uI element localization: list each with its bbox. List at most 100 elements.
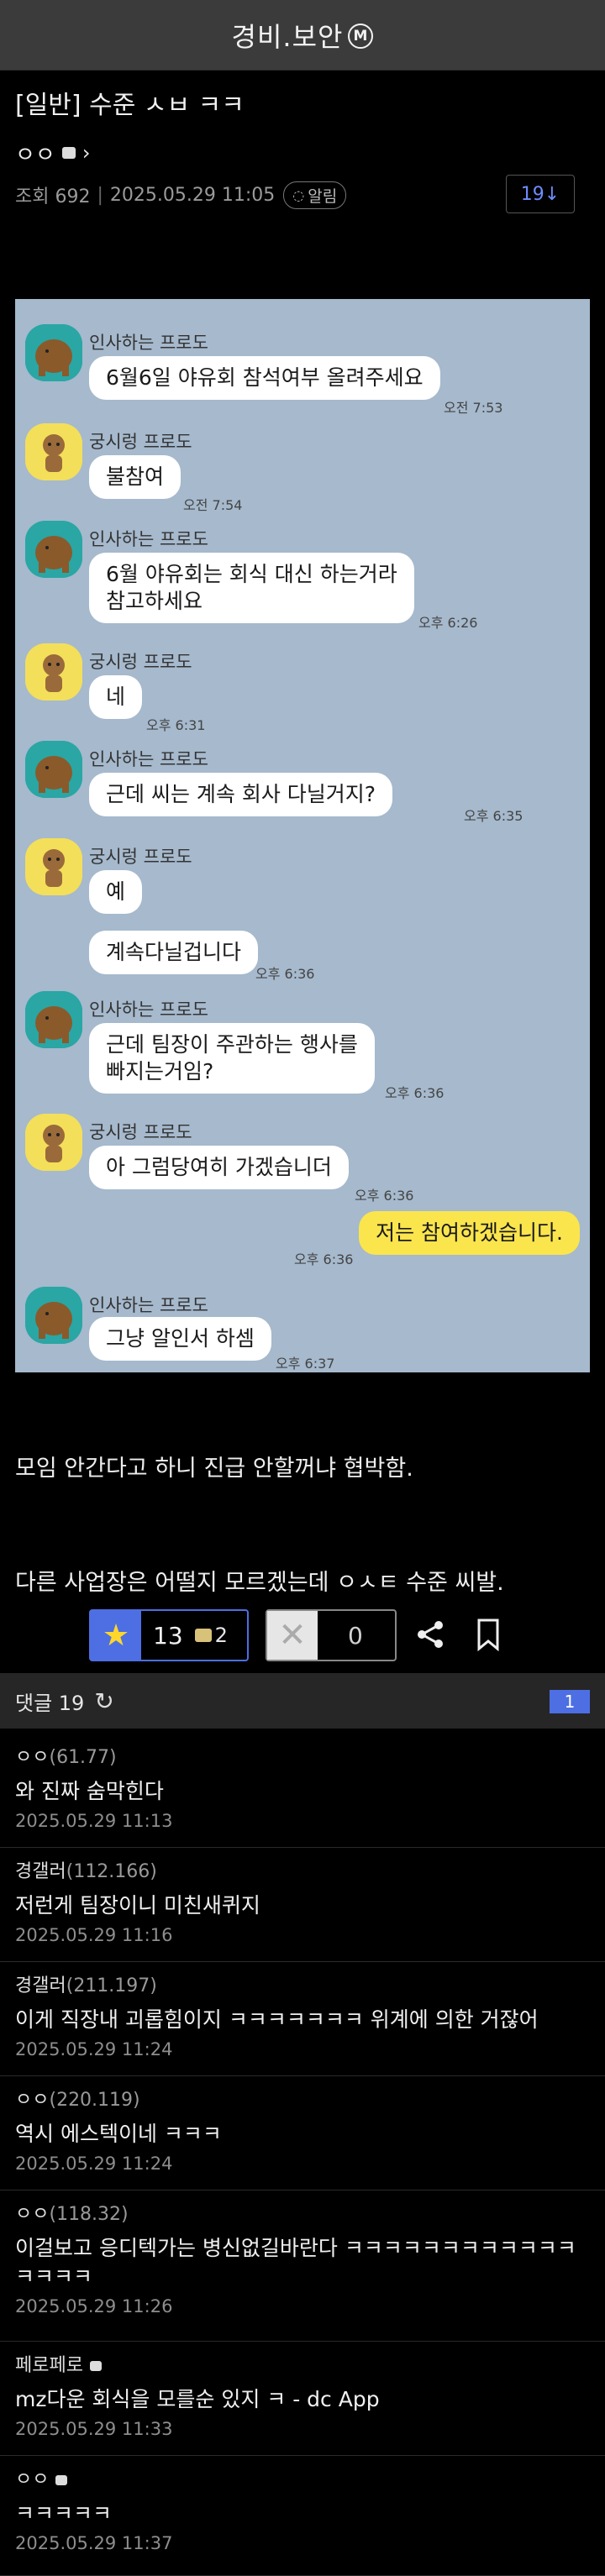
chat-message-bubble: 6월6일 야유회 참석여부 올려주세요 [89, 356, 440, 400]
comment-date: 2025.05.29 11:16 [15, 1925, 173, 1945]
comment-author: 페로페로 [15, 2350, 590, 2377]
comment-author-ip: (118.32) [49, 2204, 129, 2225]
chat-sender-name: 궁시렁 프로도 [89, 432, 192, 452]
chat-message-bubble: 불참여 [89, 455, 182, 499]
chat-message-time: 오전 7:54 [183, 497, 243, 513]
author-row[interactable]: ㅇㅇ › [15, 136, 590, 170]
fixed-user-recommend-icon [194, 1629, 212, 1642]
comment-item[interactable]: 페로페로 mz다운 회식을 모를순 있지 ㅋ - dc App 2025.05.29… [0, 2342, 605, 2456]
comment-author-ip: (61.77) [49, 1747, 117, 1768]
comment-item[interactable]: 경갤러(211.197) 이게 직장내 괴롭힘이지 ㅋㅋㅋㅋㅋㅋㅋ 위계에 의한 … [0, 1962, 605, 2076]
recommend-button[interactable]: ★ 13 2 [89, 1609, 249, 1661]
chat-message-time: 오후 6:26 [418, 615, 478, 631]
comment-date: 2025.05.29 11:26 [15, 2296, 173, 2316]
post-body-line: 다른 사업장은 어떨지 모르겠는데 ㅇㅅㅌ 수준 씨발. [15, 1570, 504, 1596]
chat-message-bubble: 예 [89, 870, 143, 914]
comment-date: 2025.05.29 11:13 [15, 1811, 173, 1831]
comment-author: 경갤러(211.197) [15, 1970, 590, 1997]
comment-text: mz다운 회식을 모를순 있지 ㅋ - dc App [15, 2387, 380, 2411]
chat-message-time: 오후 6:36 [255, 966, 315, 982]
post-datetime: 2025.05.29 11:05 [109, 184, 276, 206]
comment-item[interactable]: ㅇㅇ(118.32) 이걸보고 응디텍가는 병신없길바란다 ㅋㅋㅋㅋㅋㅋㅋㅋㅋㅋㅋ… [0, 2190, 605, 2342]
bookmark-icon[interactable] [476, 1618, 501, 1651]
chat-message-bubble: 계속다닐겁니다 [89, 931, 259, 974]
comment-author-name: ㅇㅇ [15, 2469, 50, 2490]
chat-sender-name: 궁시렁 프로도 [89, 847, 192, 867]
chat-message-time: 오후 6:36 [294, 1251, 354, 1267]
minor-gallery-badge: M [348, 23, 374, 49]
chat-message-bubble: 네 [89, 675, 143, 719]
chat-avatar [25, 838, 82, 895]
comment-page-badge[interactable]: 1 [550, 1690, 590, 1713]
chat-sender-name: 궁시렁 프로도 [89, 1122, 192, 1142]
bell-icon: ◌ [292, 186, 305, 203]
chat-sender-name: 인사하는 프로도 [89, 333, 208, 353]
chat-avatar [25, 643, 82, 700]
chat-avatar [25, 741, 82, 798]
meta-separator: | [97, 184, 103, 206]
comment-date: 2025.05.29 11:24 [15, 2154, 173, 2174]
comment-author-ip: (112.166) [66, 1861, 157, 1882]
chevron-right-icon: › [82, 141, 91, 165]
chat-avatar [25, 1114, 82, 1171]
comment-author: ㅇㅇ(220.119) [15, 2085, 590, 2112]
chat-message-time: 오후 6:35 [464, 808, 523, 824]
not-recommend-button[interactable]: ✕ 0 [266, 1609, 397, 1661]
comment-author: ㅇㅇ(61.77) [15, 1742, 590, 1769]
chat-message-time: 오후 6:36 [385, 1085, 445, 1101]
comment-date: 2025.05.29 11:33 [15, 2419, 173, 2439]
jump-to-comments-button[interactable]: 19↓ [506, 175, 575, 213]
comment-item[interactable]: 경갤러(112.166) 저런게 팀장이니 미친새퀴지 2025.05.29 11:… [0, 1848, 605, 1962]
alarm-button[interactable]: ◌ 알림 [283, 181, 347, 209]
chat-message-bubble: 근데 팀장이 주관하는 행사를 빠지는거임? [89, 1023, 375, 1094]
comment-author-ip: (220.119) [49, 2090, 140, 2111]
author-name: ㅇㅇ [15, 142, 55, 168]
comment-author: ㅇㅇ [15, 2464, 590, 2491]
post-body-line: 모임 안간다고 하니 진급 안할꺼냐 협박함. [15, 1456, 413, 1482]
chat-message-time: 오전 7:53 [444, 400, 503, 416]
x-icon: ✕ [267, 1611, 318, 1660]
chat-sender-name: 인사하는 프로도 [89, 749, 208, 769]
post-header: [일반] 수준 ㅅㅂ ㅋㅋ ㅇㅇ › 조회 692 | 2025.05.29 1… [0, 71, 605, 217]
chat-message-bubble: 그냥 알인서 하셈 [89, 1317, 271, 1361]
chat-message-bubble: 근데 씨는 계속 회사 다닐거지? [89, 773, 393, 816]
comment-author-ip: (211.197) [66, 1975, 157, 1996]
comment-date: 2025.05.29 11:24 [15, 2039, 173, 2059]
comment-author-name: ㅇㅇ [15, 1747, 50, 1768]
comment-author-name: 페로페로 [15, 2355, 83, 2376]
chat-message-bubble: 6월 야유회는 회식 대신 하는거라 참고하세요 [89, 553, 414, 623]
comment-author-name: ㅇㅇ [15, 2204, 50, 2225]
chat-message-bubble: 아 그럼당여히 가겠습니더 [89, 1146, 349, 1189]
alarm-label: 알림 [308, 186, 338, 206]
comment-text: 역시 에스텍이네 ㅋㅋㅋ [15, 2122, 222, 2146]
refresh-icon[interactable]: ↻ [94, 1687, 113, 1715]
chat-screenshot-image: 인사하는 프로도 6월6일 야유회 참석여부 올려주세요 오전 7:53 궁시렁 프로… [15, 299, 590, 1372]
chat-avatar [25, 324, 82, 381]
comment-author-name: 경갤러 [15, 1861, 66, 1882]
comment-item[interactable]: ㅇㅇ(220.119) 역시 에스텍이네 ㅋㅋㅋ 2025.05.29 11:24 [0, 2076, 605, 2190]
comment-author: ㅇㅇ(118.32) [15, 2199, 590, 2226]
comments-count-label: 댓글 19 [15, 1691, 85, 1715]
chat-avatar [25, 423, 82, 480]
comment-date: 2025.05.29 11:37 [15, 2533, 173, 2553]
star-icon: ★ [91, 1611, 141, 1660]
chat-message-time: 오후 6:36 [355, 1188, 414, 1204]
comments-header: 댓글 19 ↻ 1 [0, 1673, 605, 1729]
gallery-title[interactable]: 경비.보안 M [232, 16, 374, 55]
comment-text: 저런게 팀장이니 미친새퀴지 [15, 1893, 260, 1918]
comment-item[interactable]: ㅇㅇ(61.77) 와 진짜 숨막힌다 2025.05.29 11:13 [0, 1734, 605, 1848]
not-recommend-count: 0 [348, 1621, 363, 1650]
chat-sender-name: 인사하는 프로도 [89, 1295, 208, 1315]
comment-text: 이걸보고 응디텍가는 병신없길바란다 ㅋㅋㅋㅋㅋㅋㅋㅋㅋㅋㅋㅋㅋㅋㅋㅋ [15, 2236, 576, 2289]
fixed-nick-icon [89, 2361, 102, 2371]
comment-item[interactable]: ㅇㅇ ㅋㅋㅋㅋㅋ 2025.05.29 11:37 [0, 2456, 605, 2576]
chat-message-time: 오후 6:37 [276, 1356, 335, 1372]
comment-text: 와 진짜 숨막힌다 [15, 1779, 164, 1803]
view-count: 조회 692 [15, 186, 91, 207]
chat-sender-name: 인사하는 프로도 [89, 999, 208, 1020]
app-header: 경비.보안 M [0, 0, 605, 71]
comment-author-name: ㅇㅇ [15, 2090, 50, 2111]
post-title: [일반] 수준 ㅅㅂ ㅋㅋ [15, 91, 245, 120]
share-icon[interactable] [415, 1619, 445, 1650]
fixed-nick-icon [61, 147, 76, 159]
